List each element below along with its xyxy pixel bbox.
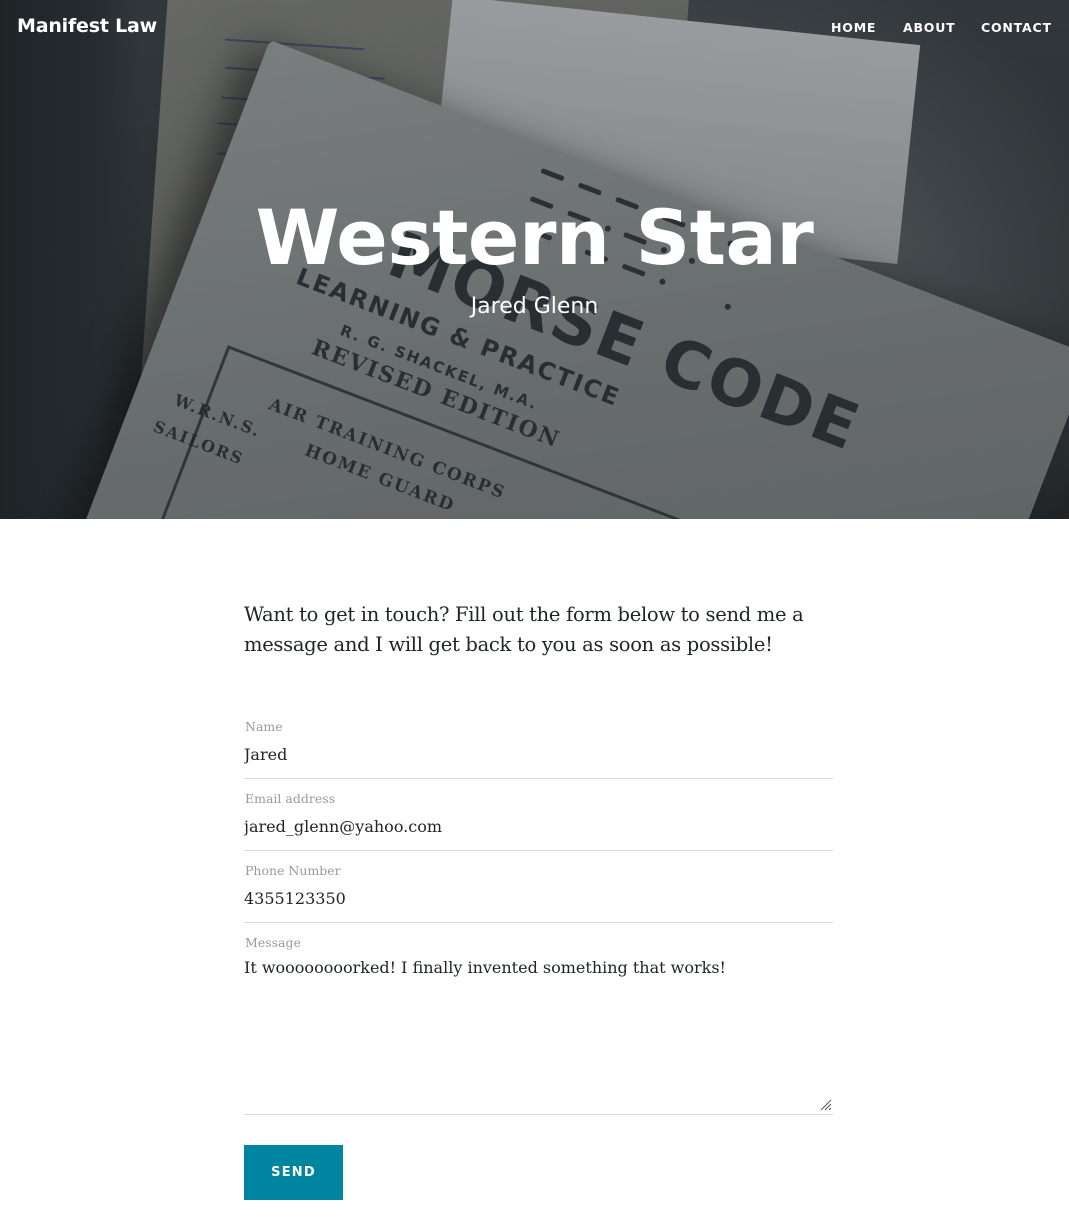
- resize-grip-icon[interactable]: [820, 1099, 832, 1111]
- phone-form-group: Phone Number: [244, 857, 833, 923]
- send-button[interactable]: SEND: [244, 1145, 343, 1200]
- nav-link-about[interactable]: ABOUT: [903, 20, 956, 35]
- nav-link-contact[interactable]: CONTACT: [981, 20, 1052, 35]
- email-form-group: Email address: [244, 785, 833, 851]
- phone-label: Phone Number: [245, 863, 341, 878]
- message-label: Message: [245, 935, 301, 950]
- page-subtitle: Jared Glenn: [470, 294, 599, 319]
- phone-input[interactable]: [244, 888, 833, 910]
- name-label: Name: [245, 719, 283, 734]
- brand-logo-link[interactable]: Manifest Law: [17, 15, 157, 37]
- name-form-group: Name: [244, 713, 833, 779]
- message-textarea[interactable]: It woooooooorked! I finally invented som…: [244, 957, 833, 1107]
- message-form-group: Message It woooooooorked! I finally inve…: [244, 929, 833, 1115]
- nav-link-home[interactable]: HOME: [831, 20, 876, 35]
- page-title: Western Star: [255, 193, 814, 282]
- navbar: Manifest Law HOME ABOUT CONTACT: [0, 0, 1069, 58]
- name-input[interactable]: [244, 744, 833, 766]
- contact-intro-text: Want to get in touch? Fill out the form …: [244, 603, 804, 656]
- email-input[interactable]: [244, 816, 833, 838]
- main-content: Want to get in touch? Fill out the form …: [244, 600, 833, 660]
- email-label: Email address: [245, 791, 336, 806]
